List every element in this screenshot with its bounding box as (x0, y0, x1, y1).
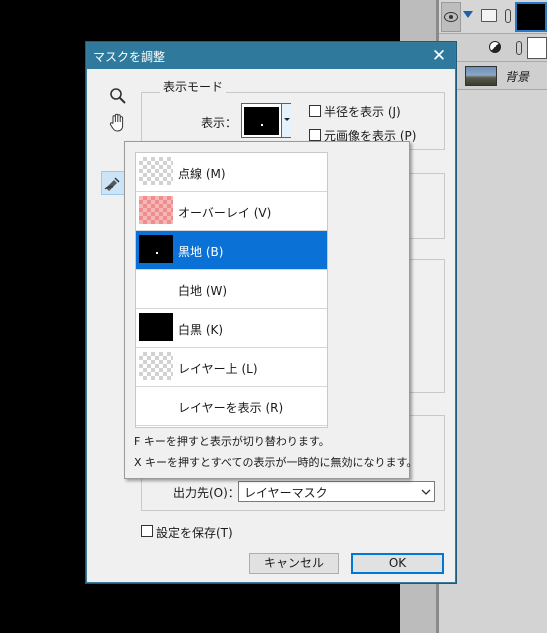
view-mode-swatch (139, 157, 173, 185)
zoom-icon (110, 88, 126, 104)
view-mode-swatch (139, 391, 173, 419)
view-mode-option-label: 黒地 (B) (178, 245, 224, 259)
view-mode-option[interactable]: レイヤー上 (L) (136, 348, 327, 387)
output-to-select[interactable]: レイヤーマスク (238, 481, 435, 502)
layer-row-group[interactable] (439, 0, 547, 34)
view-mode-option-label: オーバーレイ (V) (178, 206, 272, 220)
view-mode-option[interactable]: レイヤーを表示 (R) (136, 387, 327, 426)
zoom-tool[interactable] (109, 87, 127, 105)
hand-icon (109, 113, 124, 132)
link-icon[interactable] (505, 9, 511, 23)
eye-icon (444, 12, 458, 22)
adjustment-mask-thumbnail[interactable] (527, 37, 547, 59)
view-mode-preview (244, 107, 279, 135)
close-icon: ✕ (431, 46, 447, 66)
f-key-hint: F キーを押すと表示が切り替わります。 (134, 435, 330, 448)
view-mode-swatch (139, 352, 173, 380)
dialog-title: マスクを調整 (93, 50, 166, 64)
view-mode-option-label: レイヤーを表示 (R) (178, 401, 284, 415)
chevron-down-icon (284, 118, 290, 121)
view-mode-option-label: 白地 (W) (178, 284, 228, 298)
layer-name: 背景 (505, 70, 530, 84)
refine-brush-icon (104, 177, 120, 191)
visibility-toggle[interactable] (441, 2, 461, 32)
ok-button[interactable]: OK (351, 553, 444, 574)
folder-icon (481, 9, 497, 22)
link-icon[interactable] (516, 41, 522, 55)
refine-radius-tool[interactable] (101, 171, 125, 195)
cancel-button[interactable]: キャンセル (249, 553, 339, 574)
view-mode-option[interactable]: オーバーレイ (V) (136, 192, 327, 231)
output-to-value: レイヤーマスク (244, 486, 328, 500)
hand-tool[interactable] (109, 113, 127, 133)
view-mode-swatch (139, 274, 173, 302)
chevron-down-icon (421, 489, 431, 495)
view-mode-option[interactable]: 白地 (W) (136, 270, 327, 309)
close-button[interactable]: ✕ (423, 43, 455, 69)
view-mode-swatch (139, 313, 173, 341)
remember-settings-label: 設定を保存(T) (156, 526, 233, 540)
x-key-hint: X キーを押すとすべての表示が一時的に無効になります。 (134, 456, 418, 469)
view-mode-option-label: 点線 (M) (178, 167, 226, 181)
output-to-label: 出力先(O)： (173, 486, 240, 500)
view-mode-option[interactable]: 白黒 (K) (136, 309, 327, 348)
view-mode-option-label: レイヤー上 (L) (178, 362, 258, 376)
remember-settings-checkbox[interactable] (141, 525, 153, 537)
view-mode-option[interactable]: 点線 (M) (136, 153, 327, 192)
view-mode-popup: 点線 (M) オーバーレイ (V) 黒地 (B) 白地 (W) 白黒 (K) レイヤー上 … (124, 141, 417, 479)
dropdown-arrow[interactable] (281, 104, 291, 137)
view-mode-dropdown[interactable] (241, 103, 291, 138)
view-mode-option-label: 白黒 (K) (178, 323, 224, 337)
expand-triangle-icon[interactable] (463, 11, 473, 18)
view-mode-option[interactable]: 黒地 (B) (136, 231, 327, 270)
show-radius-label: 半径を表示 (J) (324, 105, 401, 119)
background-thumbnail (465, 66, 497, 86)
adjustment-layer-icon (489, 41, 501, 53)
dialog-titlebar[interactable]: マスクを調整 ✕ (87, 43, 455, 69)
show-radius-checkbox[interactable] (309, 105, 321, 117)
view-mode-list: 点線 (M) オーバーレイ (V) 黒地 (B) 白地 (W) 白黒 (K) レイヤー上 … (135, 152, 328, 428)
view-mode-swatch (139, 196, 173, 224)
view-mode-swatch (139, 235, 173, 263)
view-mode-group-label: 表示モード (160, 78, 227, 95)
mask-thumbnail[interactable] (515, 2, 547, 32)
show-original-checkbox[interactable] (309, 129, 321, 141)
view-label: 表示： (201, 116, 238, 130)
